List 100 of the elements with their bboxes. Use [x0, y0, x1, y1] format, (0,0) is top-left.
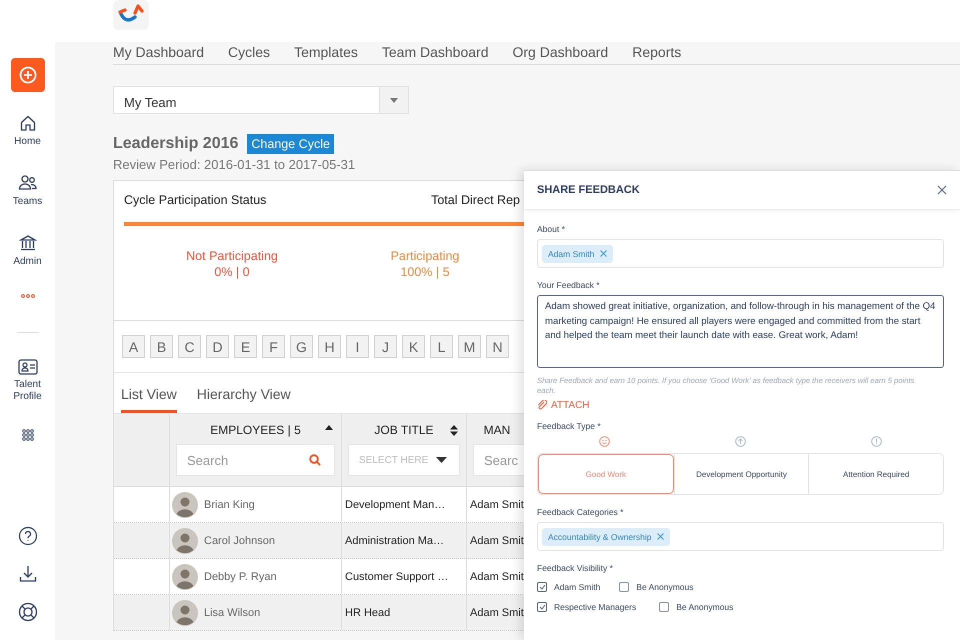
- table-cell: HR Head: [345, 606, 390, 618]
- remove-icon[interactable]: [657, 533, 664, 540]
- close-icon: [937, 184, 947, 194]
- id-card-icon: [18, 359, 38, 375]
- checkmark-icon: [538, 604, 546, 610]
- checkbox[interactable]: [659, 602, 670, 612]
- participation-stat: Not Participating 0% | 0: [185, 248, 279, 280]
- apps-button[interactable]: [22, 429, 34, 441]
- review-period: Review Period: 2016-01-31 to 2017-05-31: [113, 157, 356, 172]
- checkbox-label: Be Anonymous: [676, 602, 734, 612]
- help-button[interactable]: [18, 526, 38, 546]
- employee-name[interactable]: Debby P. Ryan: [204, 570, 277, 582]
- cycle-title: Leadership 2016: [113, 135, 238, 153]
- sidebar-item[interactable]: Talent Profile: [2, 359, 52, 403]
- sort-icon[interactable]: [450, 425, 458, 436]
- avatar-icon: [172, 564, 198, 590]
- paperclip-icon: [537, 400, 548, 411]
- table-cell: Adam Smit: [470, 570, 524, 582]
- field-label: About *: [537, 224, 566, 234]
- letter-filter[interactable]: G: [290, 335, 313, 358]
- avatar-icon: [172, 492, 198, 518]
- card-title: Total Direct Rep: [431, 193, 520, 207]
- help-icon: [18, 526, 38, 546]
- participation-stat: Participating 100% | 5: [390, 248, 460, 280]
- info-icon: [870, 436, 882, 447]
- checkbox-label: Be Anonymous: [636, 582, 694, 592]
- nav-tab[interactable]: Team Dashboard: [382, 44, 488, 60]
- letter-filter[interactable]: H: [318, 335, 341, 358]
- nav-tab[interactable]: Templates: [294, 44, 358, 60]
- feedback-textarea[interactable]: Adam showed great initiative, organization, and follow-through in his management of the Q4 marketing campaign! He ensured all players were engaged and committed from the start and helped the team meet their launch date with ease. Great work, Adam!: [537, 295, 944, 368]
- people-icon: [18, 174, 38, 192]
- employee-name[interactable]: Carol Johnson: [204, 534, 275, 546]
- letter-filter[interactable]: E: [234, 335, 257, 358]
- nav-tab[interactable]: Org Dashboard: [512, 44, 608, 60]
- arrow-up-icon: [735, 436, 746, 447]
- column-header: EMPLOYEES | 5: [210, 423, 301, 437]
- tag-label: Accountability & Ownership: [548, 532, 652, 542]
- field-label: Feedback Type *: [537, 421, 602, 431]
- letter-filter[interactable]: L: [430, 335, 453, 358]
- sidebar-item[interactable]: Home: [2, 114, 52, 148]
- about-field[interactable]: Adam Smith: [537, 239, 944, 268]
- download-icon: [18, 564, 38, 584]
- nav-tab[interactable]: My Dashboard: [113, 44, 204, 60]
- change-cycle-button[interactable]: Change Cycle: [247, 134, 334, 154]
- feedback-type-option[interactable]: Attention Required: [808, 454, 944, 494]
- checkbox[interactable]: [537, 602, 547, 612]
- feedback-type-option[interactable]: Development Opportunity: [674, 454, 808, 494]
- letter-filter[interactable]: B: [150, 335, 173, 358]
- employee-name[interactable]: Lisa Wilson: [204, 606, 260, 618]
- search-icon: [309, 454, 321, 466]
- attach-link[interactable]: ATTACH: [537, 400, 590, 411]
- sidebar-item[interactable]: Admin: [2, 234, 52, 268]
- caret-icon: [390, 98, 398, 102]
- card-title: Cycle Participation Status: [124, 193, 266, 207]
- lifebuoy-icon: [18, 602, 38, 622]
- team-dropdown[interactable]: My Team: [113, 86, 409, 114]
- table-cell: Adam Smit: [470, 498, 524, 510]
- tag-label: Adam Smith: [548, 248, 594, 258]
- more-button[interactable]: [20, 294, 34, 298]
- table-cell: Adam Smit: [470, 534, 524, 546]
- checkbox[interactable]: [537, 582, 547, 592]
- sort-up-icon[interactable]: [325, 425, 333, 430]
- letter-filter[interactable]: F: [262, 335, 285, 358]
- letter-filter[interactable]: C: [178, 335, 201, 358]
- table-cell: Adam Smit: [470, 606, 524, 618]
- letter-filter[interactable]: D: [206, 335, 229, 358]
- search-field[interactable]: Search: [176, 444, 335, 476]
- letter-filter[interactable]: K: [402, 335, 425, 358]
- checkmark-icon: [538, 584, 546, 590]
- table-cell: Administration Ma…: [345, 534, 444, 546]
- add-button[interactable]: [10, 58, 44, 92]
- letter-filter[interactable]: A: [122, 335, 145, 358]
- support-button[interactable]: [18, 602, 38, 622]
- home-icon: [18, 114, 36, 132]
- nav-tab[interactable]: Cycles: [228, 44, 270, 60]
- smiley-icon: [599, 436, 610, 447]
- checkbox-label: Adam Smith: [554, 582, 600, 592]
- field-label: Feedback Categories *: [537, 507, 624, 517]
- letter-filter[interactable]: J: [374, 335, 397, 358]
- letter-filter[interactable]: N: [486, 335, 509, 358]
- checkbox[interactable]: [619, 582, 630, 592]
- letter-filter[interactable]: M: [458, 335, 481, 358]
- table-cell: Development Man…: [345, 498, 446, 510]
- grid-icon: [22, 429, 34, 441]
- letter-filter[interactable]: I: [346, 335, 369, 358]
- search-field[interactable]: Searc: [473, 444, 525, 476]
- nav-tab[interactable]: Reports: [632, 44, 682, 60]
- checkbox-label: Respective Managers: [554, 602, 636, 612]
- remove-icon[interactable]: [600, 250, 608, 257]
- bank-icon: [18, 234, 36, 252]
- caret-icon: [436, 457, 447, 463]
- panel-title: SHARE FEEDBACK: [537, 184, 640, 196]
- view-tab[interactable]: Hierarchy View: [196, 373, 291, 413]
- employee-name[interactable]: Brian King: [204, 498, 255, 510]
- avatar-icon: [172, 528, 198, 554]
- categories-field[interactable]: Accountability & Ownership: [537, 522, 944, 551]
- plus-icon: [18, 66, 36, 84]
- sidebar-item[interactable]: Teams: [2, 174, 52, 208]
- download-button[interactable]: [18, 564, 38, 584]
- table-cell: Customer Support …: [345, 570, 448, 582]
